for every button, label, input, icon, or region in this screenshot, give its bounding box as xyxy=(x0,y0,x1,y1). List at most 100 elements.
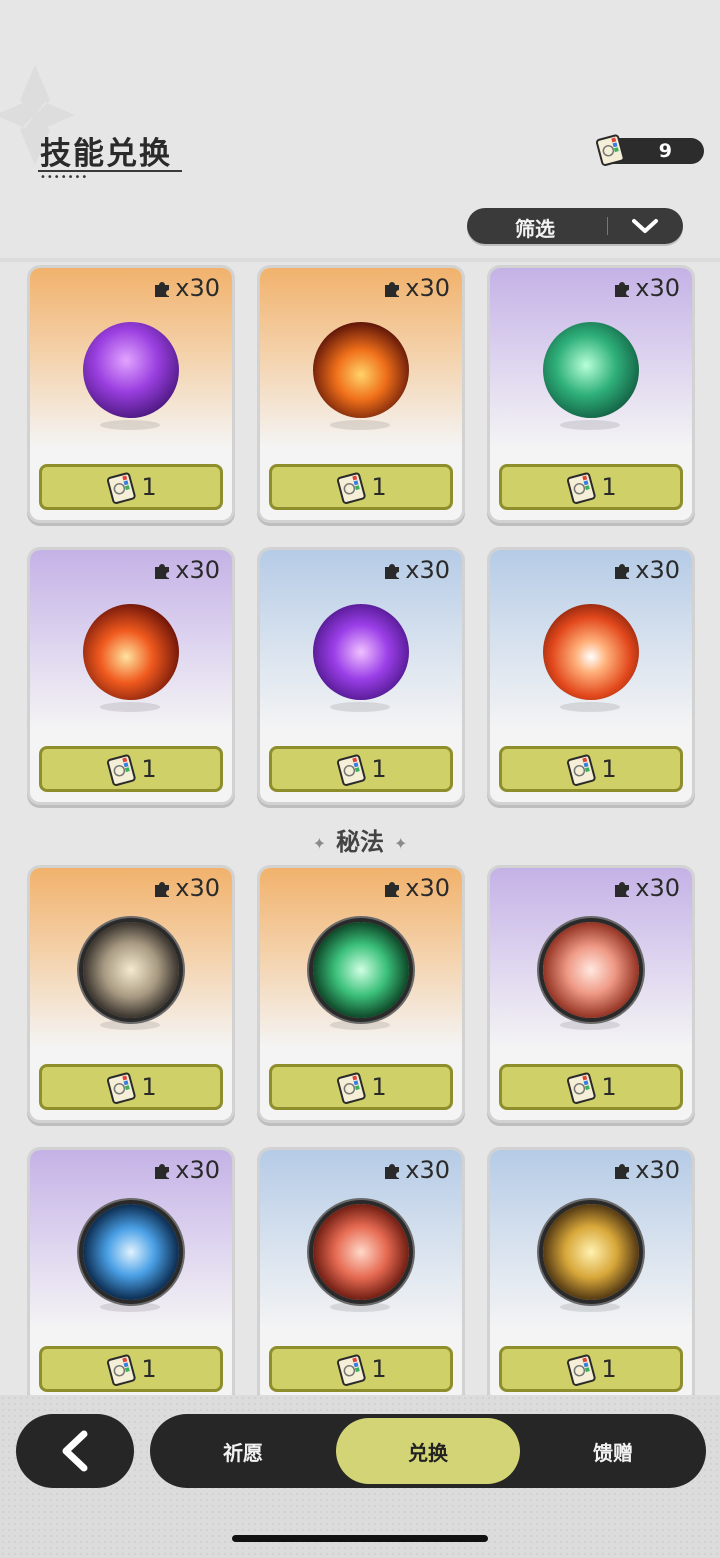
orb-shadow xyxy=(330,702,390,712)
exchange-ticket-icon xyxy=(337,472,366,504)
skill-orb-icon xyxy=(313,322,409,418)
back-button[interactable] xyxy=(16,1414,134,1488)
stock-quantity-text: x30 xyxy=(405,1156,450,1184)
stock-quantity-text: x30 xyxy=(405,556,450,584)
stock-quantity: x30 xyxy=(151,1156,220,1184)
puzzle-piece-icon xyxy=(615,882,630,897)
exchange-ticket-icon xyxy=(337,754,366,786)
filter-label: 筛选 xyxy=(515,217,555,241)
exchange-button[interactable]: 1 xyxy=(499,1346,683,1392)
exchange-button[interactable]: 1 xyxy=(499,1064,683,1110)
price-value: 1 xyxy=(371,1073,387,1101)
orb-shadow xyxy=(100,702,160,712)
skill-orb-icon xyxy=(543,322,639,418)
stock-quantity-text: x30 xyxy=(175,874,220,902)
skill-card[interactable]: x30 1 xyxy=(260,268,462,520)
stock-quantity: x30 xyxy=(611,274,680,302)
price-value: 1 xyxy=(371,473,387,501)
exchange-button[interactable]: 1 xyxy=(499,746,683,792)
exchange-ticket-icon xyxy=(595,134,625,166)
tab-wish[interactable]: 祈愿 xyxy=(150,1414,336,1488)
stock-quantity-text: x30 xyxy=(635,274,680,302)
sparkle-icon: ✦ xyxy=(394,833,408,853)
price-value: 1 xyxy=(601,755,617,783)
home-indicator xyxy=(232,1535,488,1542)
puzzle-piece-icon xyxy=(155,564,170,579)
exchange-ticket-icon xyxy=(567,1072,596,1104)
exchange-ticket-icon xyxy=(107,472,136,504)
skill-grid-top: x30 1 x30 1 x30 1 x30 1 x30 1 x30 1 xyxy=(30,268,692,802)
stock-quantity-text: x30 xyxy=(635,1156,680,1184)
exchange-button[interactable]: 1 xyxy=(39,746,223,792)
page-title: 技能兑换 xyxy=(40,136,172,172)
exchange-button[interactable]: 1 xyxy=(269,464,453,510)
skill-card[interactable]: x30 1 xyxy=(260,550,462,802)
skill-orb-icon xyxy=(313,1204,409,1300)
exchange-button[interactable]: 1 xyxy=(269,1064,453,1110)
puzzle-piece-icon xyxy=(155,1164,170,1179)
stock-quantity: x30 xyxy=(151,556,220,584)
exchange-button[interactable]: 1 xyxy=(39,1064,223,1110)
title-dots: ••••••• xyxy=(40,172,89,183)
stock-quantity-text: x30 xyxy=(175,1156,220,1184)
tab-exchange[interactable]: 兑换 xyxy=(336,1418,520,1484)
price-value: 1 xyxy=(601,1073,617,1101)
header-divider xyxy=(0,258,720,262)
price-value: 1 xyxy=(601,1355,617,1383)
orb-shadow xyxy=(100,420,160,430)
section-label: 秘法 xyxy=(336,828,384,856)
exchange-button[interactable]: 1 xyxy=(39,464,223,510)
stock-quantity: x30 xyxy=(611,1156,680,1184)
exchange-ticket-icon xyxy=(337,1354,366,1386)
exchange-button[interactable]: 1 xyxy=(39,1346,223,1392)
stock-quantity-text: x30 xyxy=(405,274,450,302)
orb-shadow xyxy=(330,1020,390,1030)
orb-shadow xyxy=(560,702,620,712)
skill-card[interactable]: x30 1 xyxy=(30,868,232,1120)
skill-orb-icon xyxy=(83,322,179,418)
sparkle-icon: ✦ xyxy=(312,833,326,853)
exchange-ticket-icon xyxy=(567,754,596,786)
price-value: 1 xyxy=(371,1355,387,1383)
puzzle-piece-icon xyxy=(615,282,630,297)
exchange-ticket-icon xyxy=(567,472,596,504)
stock-quantity: x30 xyxy=(151,874,220,902)
stock-quantity: x30 xyxy=(381,274,450,302)
stock-quantity: x30 xyxy=(381,874,450,902)
exchange-button[interactable]: 1 xyxy=(269,1346,453,1392)
orb-shadow xyxy=(560,1020,620,1030)
puzzle-piece-icon xyxy=(615,1164,630,1179)
currency-value: 9 xyxy=(658,140,672,162)
skill-card[interactable]: x30 1 xyxy=(30,268,232,520)
skill-card[interactable]: x30 1 xyxy=(260,868,462,1120)
orb-shadow xyxy=(330,420,390,430)
orb-shadow xyxy=(560,420,620,430)
exchange-button[interactable]: 1 xyxy=(269,746,453,792)
orb-shadow xyxy=(100,1020,160,1030)
stock-quantity: x30 xyxy=(381,556,450,584)
currency-counter: 9 xyxy=(595,134,704,166)
price-value: 1 xyxy=(371,755,387,783)
skill-card[interactable]: x30 1 xyxy=(490,1150,692,1402)
stock-quantity: x30 xyxy=(151,274,220,302)
tab-wish-label: 祈愿 xyxy=(223,1440,263,1465)
price-value: 1 xyxy=(141,473,157,501)
skill-card[interactable]: x30 1 xyxy=(490,868,692,1120)
bottom-tab-bar: 祈愿 兑换 馈赠 xyxy=(150,1414,706,1488)
skill-orb-icon xyxy=(83,922,179,1018)
stock-quantity: x30 xyxy=(611,874,680,902)
skill-card[interactable]: x30 1 xyxy=(30,550,232,802)
section-header: ✦ 秘法 ✦ xyxy=(0,822,720,857)
skill-card[interactable]: x30 1 xyxy=(30,1150,232,1402)
stock-quantity: x30 xyxy=(381,1156,450,1184)
filter-dropdown[interactable]: 筛选 xyxy=(467,208,683,244)
stock-quantity-text: x30 xyxy=(175,556,220,584)
skill-orb-icon xyxy=(543,1204,639,1300)
stock-quantity-text: x30 xyxy=(405,874,450,902)
exchange-button[interactable]: 1 xyxy=(499,464,683,510)
skill-orb-icon xyxy=(543,604,639,700)
skill-card[interactable]: x30 1 xyxy=(490,550,692,802)
skill-card[interactable]: x30 1 xyxy=(490,268,692,520)
skill-card[interactable]: x30 1 xyxy=(260,1150,462,1402)
tab-gift[interactable]: 馈赠 xyxy=(520,1414,706,1488)
